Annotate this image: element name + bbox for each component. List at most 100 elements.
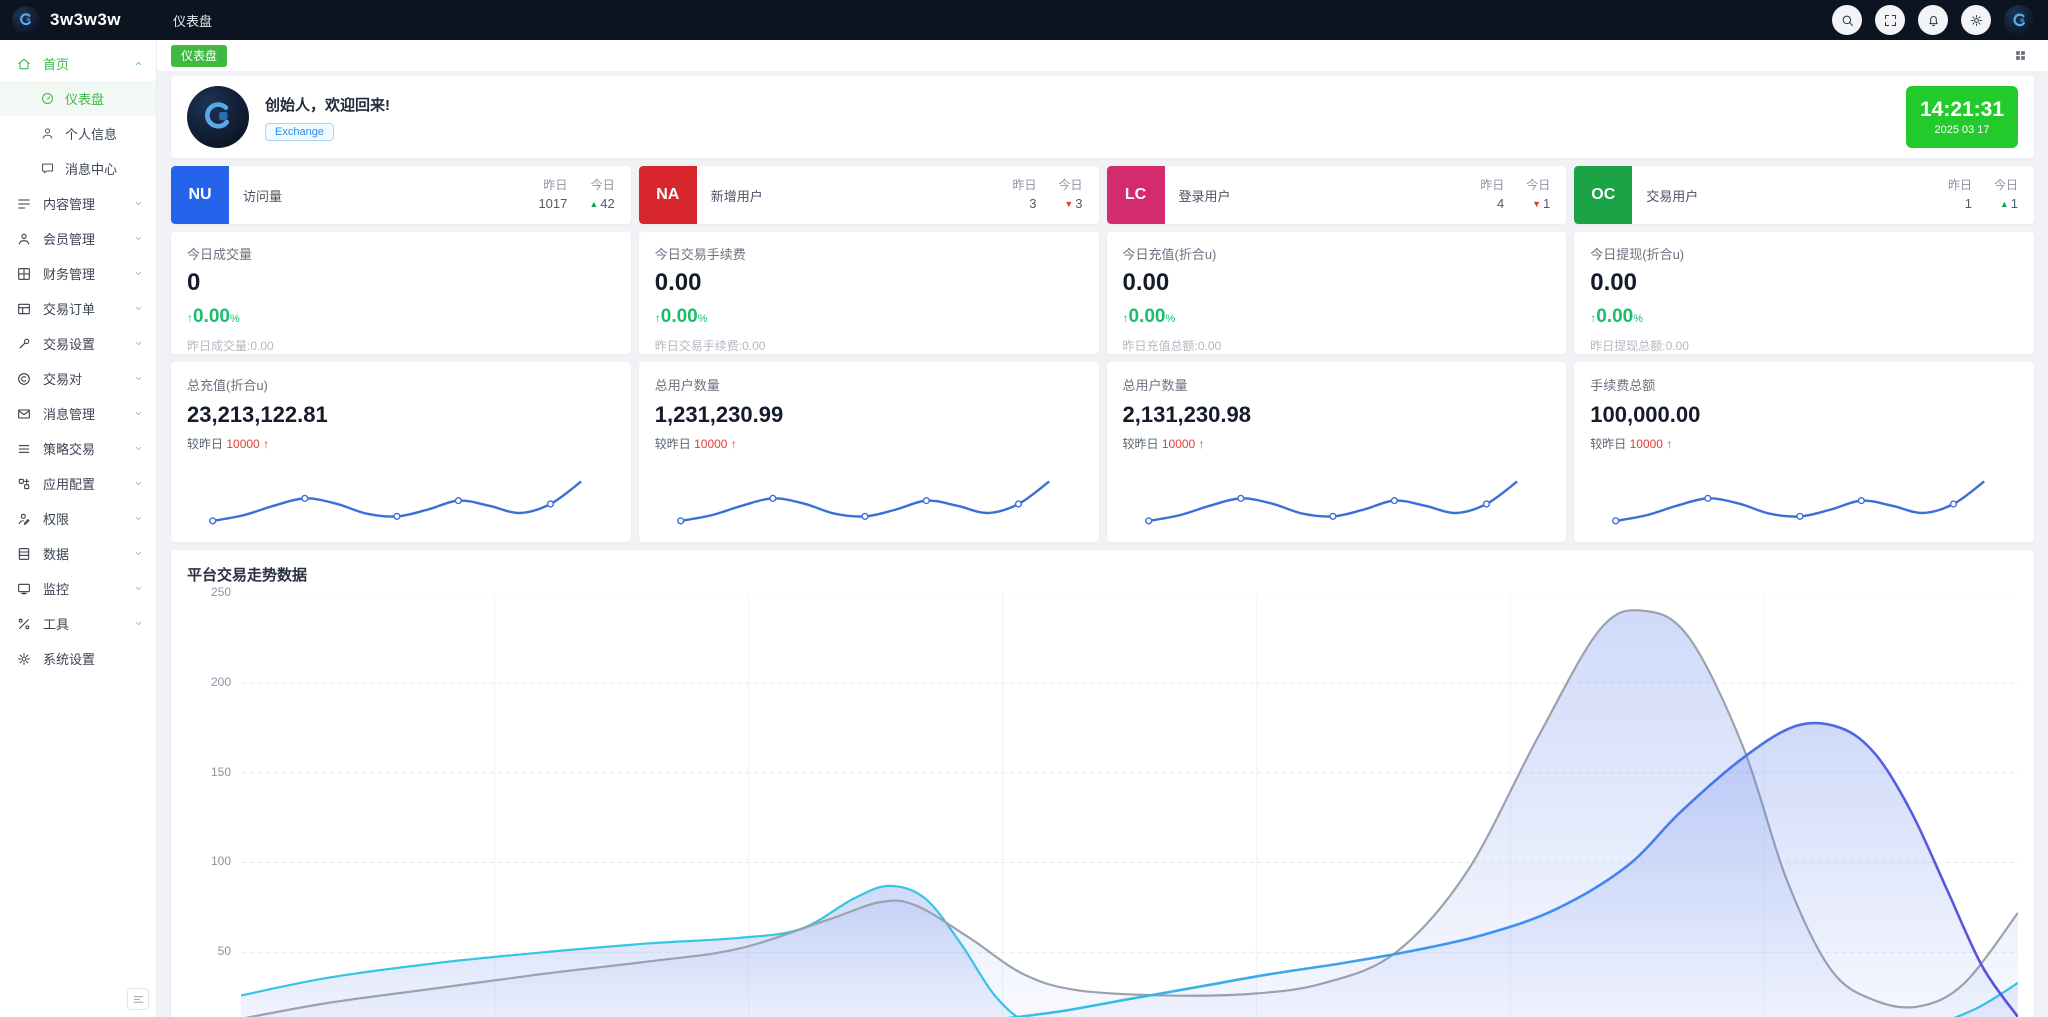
sidebar-item-app-config[interactable]: 应用配置 [0,466,156,501]
gear-icon [1969,13,1984,28]
sidebar-item-message-center[interactable]: 消息中心 [0,151,156,186]
user-avatar[interactable] [2004,5,2034,35]
apps-icon [16,476,32,492]
today-volume-card: 今日成交量 0 ↑0.00% 昨日成交量:0.00 [171,232,631,354]
orders-table-icon [16,301,32,317]
chevron-down-icon [133,443,144,454]
sidebar-item-dashboard[interactable]: 仪表盘 [0,81,156,116]
finance-grid-icon [16,266,32,282]
main-content: 创始人，欢迎回来! Exchange 14:21:31 2025 03 17 N… [157,72,2048,1017]
chevron-down-icon [133,513,144,524]
tools-icon [16,616,32,632]
sparkline-chart [1139,472,1527,536]
trend-up-icon: ▲ [589,199,598,209]
y-tick-label: 250 [187,585,231,599]
fullscreen-button[interactable] [1875,5,1905,35]
bell-icon [1926,13,1941,28]
sidebar-item-label: 内容管理 [43,194,133,213]
yesterday-value: 1017 [538,194,567,214]
chevron-down-icon [133,408,144,419]
today-value: 1 [2011,196,2018,211]
sidebar: 首页 仪表盘 个人信息 消息中心 内容管理 会员管理 财务管理 交易订单 交易设… [0,40,157,1017]
notifications-button[interactable] [1918,5,1948,35]
wrench-icon [16,336,32,352]
sparkline-chart [203,472,591,536]
stat-card-trade-users: OC 交易用户 昨日1 今日▲1 [1574,166,2034,224]
sidebar-collapse-button[interactable] [127,988,149,1010]
strategy-lines-icon [16,441,32,457]
sidebar-item-label: 应用配置 [43,474,133,493]
topbar-actions [1832,5,2048,35]
sidebar-item-label: 系统设置 [43,649,144,668]
sidebar-item-label: 消息管理 [43,404,133,423]
chevron-down-icon [133,303,144,314]
sidebar-item-label: 消息中心 [65,159,144,178]
welcome-card: 创始人，欢迎回来! Exchange 14:21:31 2025 03 17 [171,76,2034,158]
sidebar-item-label: 交易对 [43,369,133,388]
y-tick-label: 150 [187,765,231,779]
today-value: 1 [1543,196,1550,211]
sidebar-item-monitoring[interactable]: 监控 [0,571,156,606]
tab-layout-button[interactable] [2007,47,2034,64]
search-button[interactable] [1832,5,1862,35]
brand: 3w3w3w [0,6,157,34]
topbar: 3w3w3w 仪表盘 [0,0,2048,40]
trend-down-icon: ▼ [1064,199,1073,209]
stat-card-visits: NU 访问量 昨日1017 今日▲42 [171,166,631,224]
exchange-badge[interactable]: Exchange [265,123,334,141]
chevron-down-icon [133,618,144,629]
sidebar-item-tools[interactable]: 工具 [0,606,156,641]
stat-code-badge: LC [1107,166,1165,224]
sidebar-item-permissions[interactable]: 权限 [0,501,156,536]
sidebar-item-home[interactable]: 首页 [0,46,156,81]
sidebar-item-label: 权限 [43,509,133,528]
sidebar-item-system-settings[interactable]: 系统设置 [0,641,156,676]
sidebar-item-message-management[interactable]: 消息管理 [0,396,156,431]
total-deposit-card: 总充值(折合u) 23,213,122.81 较昨日 10000 ↑ [171,362,631,542]
up-arrow-icon: ↑ [1666,437,1672,451]
stat-code-badge: NA [639,166,697,224]
chevron-down-icon [133,583,144,594]
stat-code-badge: NU [171,166,229,224]
sidebar-item-trade-settings[interactable]: 交易设置 [0,326,156,361]
sidebar-item-trade-pairs[interactable]: 交易对 [0,361,156,396]
app-logo-icon [12,6,40,34]
list-icon [16,196,32,212]
sidebar-item-finance-management[interactable]: 财务管理 [0,256,156,291]
collapse-icon [132,993,145,1006]
welcome-avatar [187,86,249,148]
total-fee-card: 手续费总额 100,000.00 较昨日 10000 ↑ [1574,362,2034,542]
total-users-card-1: 总用户数量 1,231,230.99 较昨日 10000 ↑ [639,362,1099,542]
tabbar: 仪表盘 [157,40,2048,72]
welcome-greeting: 创始人，欢迎回来! [265,94,390,115]
sidebar-item-member-management[interactable]: 会员管理 [0,221,156,256]
member-icon [16,231,32,247]
sidebar-item-data[interactable]: 数据 [0,536,156,571]
settings-button[interactable] [1961,5,1991,35]
chat-icon [40,161,55,176]
sparkline-chart [1606,472,1994,536]
chevron-up-icon [133,58,144,69]
sidebar-item-trade-orders[interactable]: 交易订单 [0,291,156,326]
up-arrow-icon: ↑ [1199,437,1205,451]
sidebar-item-strategy-trading[interactable]: 策略交易 [0,431,156,466]
search-icon [1840,13,1855,28]
sidebar-item-label: 交易设置 [43,334,133,353]
clock-time: 14:21:31 [1920,98,2004,121]
up-arrow-icon: ↑ [731,437,737,451]
yesterday-value: 1 [1948,194,1972,214]
sparkline-chart [671,472,1059,536]
sidebar-item-label: 个人信息 [65,124,144,143]
sidebar-item-profile[interactable]: 个人信息 [0,116,156,151]
user-icon [40,126,55,141]
tab-dashboard[interactable]: 仪表盘 [171,45,227,67]
today-deposit-card: 今日充值(折合u) 0.00 ↑0.00% 昨日充值总额:0.00 [1107,232,1567,354]
sidebar-item-label: 工具 [43,614,133,633]
home-icon [16,56,32,72]
stat-code-badge: OC [1574,166,1632,224]
sidebar-item-content-management[interactable]: 内容管理 [0,186,156,221]
trend-up-icon: ▲ [2000,199,2009,209]
sidebar-item-label: 数据 [43,544,133,563]
sidebar-item-label: 交易订单 [43,299,133,318]
yesterday-value: 3 [1012,194,1036,214]
